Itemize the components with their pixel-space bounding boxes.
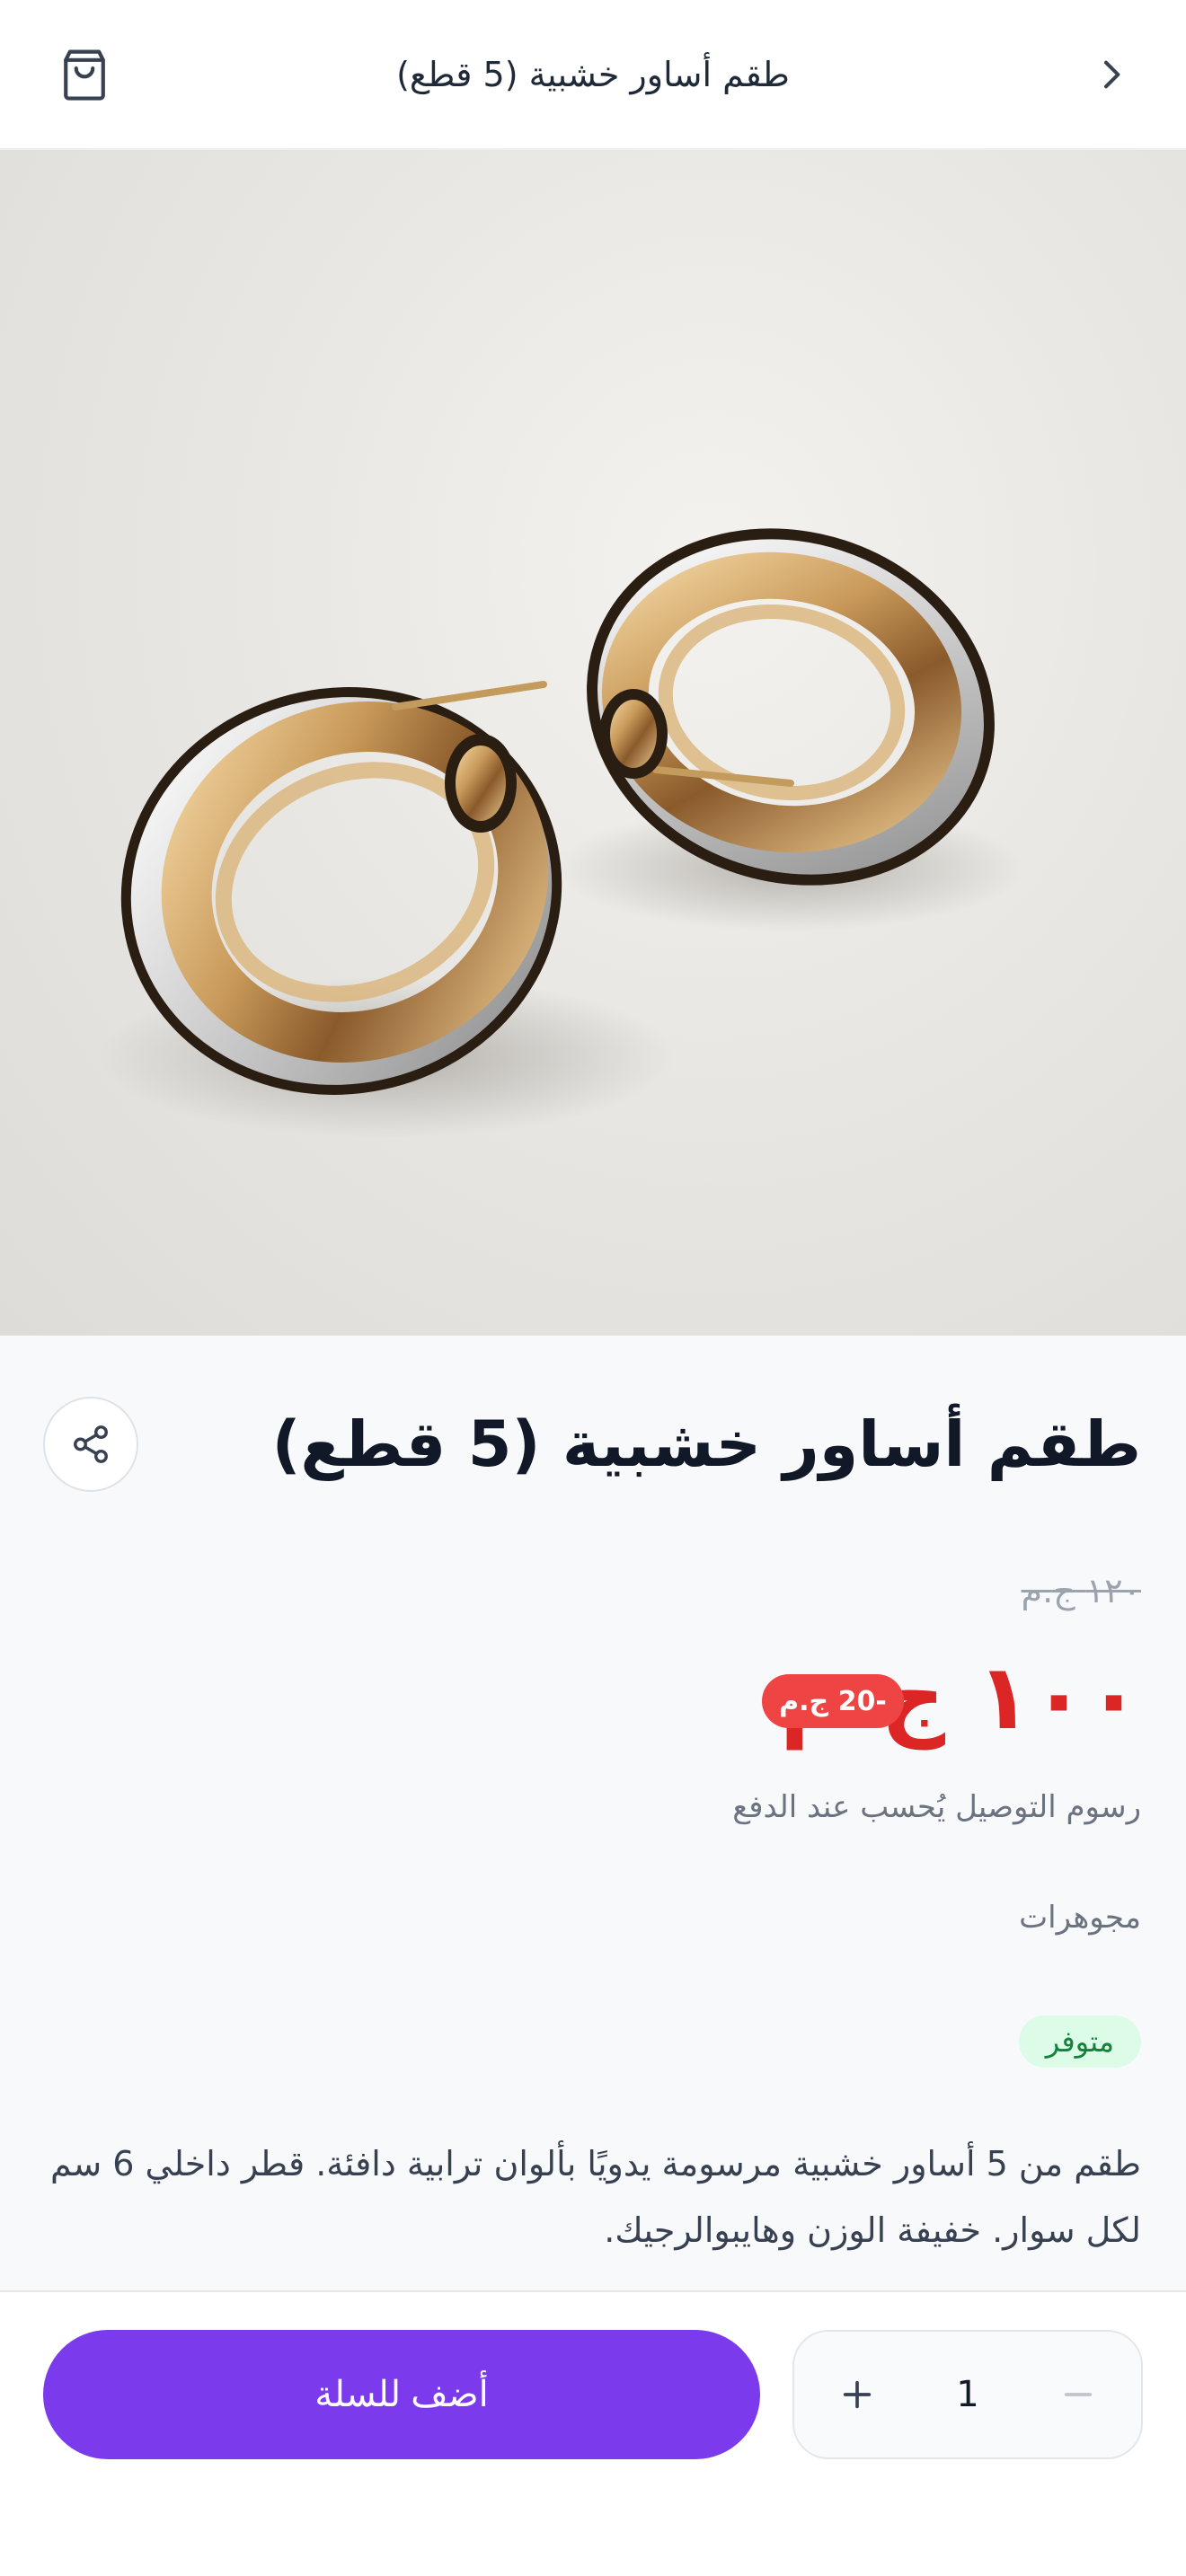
product-description: طقم من 5 أساور خشبية مرسومة يدويًا بألوا… [50, 2144, 1141, 2250]
original-price: ١٢٠ ج.م [1021, 1571, 1141, 1610]
discount-badge: -20 ج.م [762, 1674, 904, 1728]
product-category[interactable]: مجوهرات [1019, 1900, 1141, 1936]
minus-icon [1064, 2393, 1093, 2396]
product-details: طقم أساور خشبية (5 قطع) ١٢٠ ج.م ١٠٠ ج.م … [0, 1336, 1186, 2290]
header-title: طقم أساور خشبية (5 قطع) [396, 55, 790, 94]
earrings-photo [99, 528, 1024, 1138]
share-button[interactable] [43, 1397, 138, 1492]
stock-status-badge: متوفر [1018, 2016, 1141, 2068]
share-icon [74, 1425, 108, 1463]
product-title: طقم أساور خشبية (5 قطع) [271, 1407, 1141, 1481]
shipping-note: رسوم التوصيل يُحسب عند الدفع [732, 1789, 1141, 1825]
product-image[interactable] [0, 150, 1186, 1336]
quantity-stepper: 1 [792, 2330, 1143, 2459]
plus-icon [843, 2380, 872, 2409]
add-to-cart-button[interactable]: أضف للسلة [43, 2330, 760, 2459]
back-button[interactable] [1076, 40, 1145, 109]
increase-quantity-button[interactable] [803, 2332, 911, 2457]
decrease-quantity-button[interactable] [1024, 2332, 1132, 2457]
add-to-cart-bar: أضف للسلة 1 [0, 2290, 1186, 2576]
chevron-right-icon [1104, 60, 1120, 89]
shopping-bag-icon [64, 49, 105, 101]
quantity-value: 1 [956, 2374, 979, 2415]
cart-button[interactable] [50, 40, 119, 109]
top-app-bar: طقم أساور خشبية (5 قطع) [0, 0, 1186, 150]
product-page: طقم أساور خشبية (5 قطع) طقم أساور خشبية … [0, 0, 1186, 2576]
